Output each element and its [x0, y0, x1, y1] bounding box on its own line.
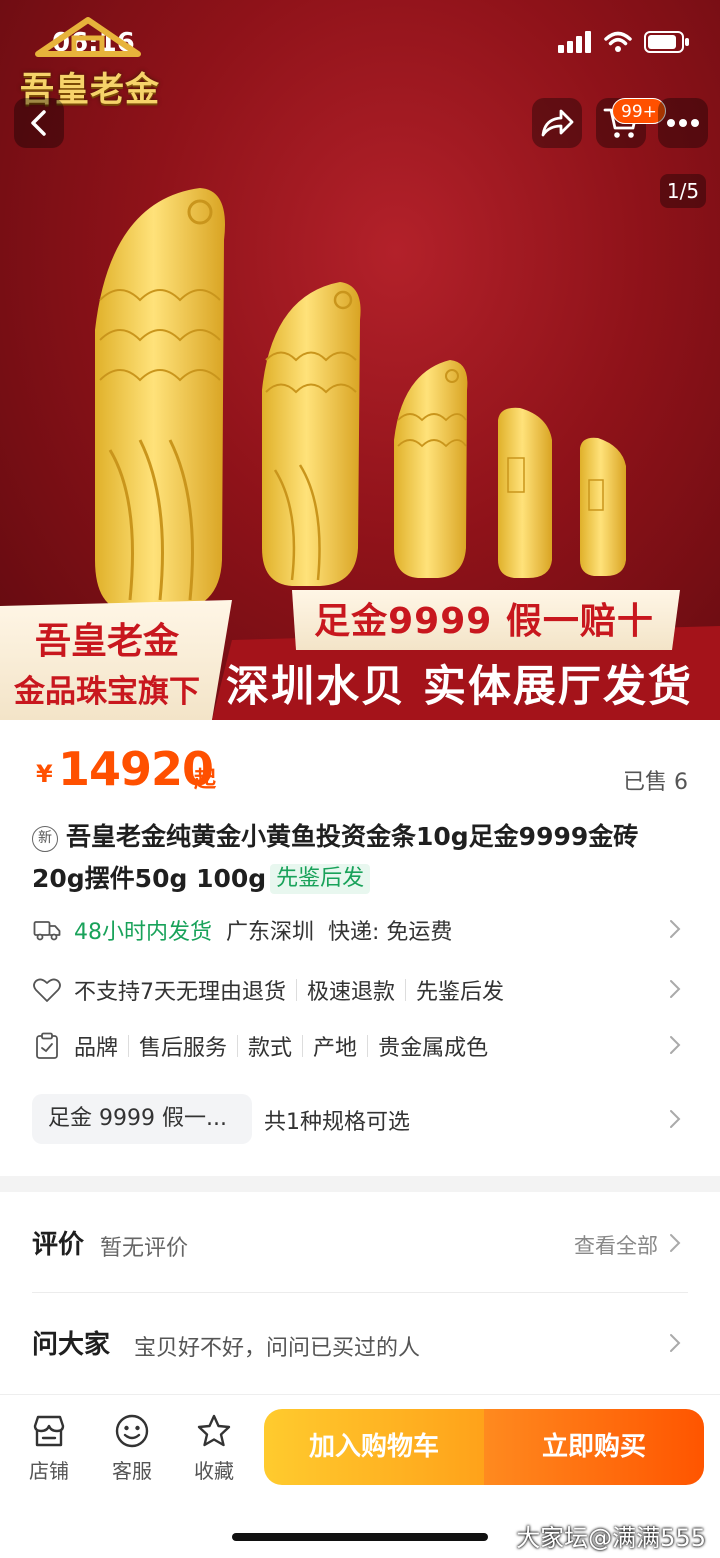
spec-count-text: 共1种规格可选: [264, 1110, 410, 1135]
service-item-no-return: 不支持7天无理由退货: [74, 980, 286, 1005]
view-all-reviews-link[interactable]: 查看全部: [574, 1230, 658, 1260]
param-style: 款式: [248, 1036, 293, 1061]
divider: [367, 1035, 369, 1057]
favorite-tab-label: 收藏: [194, 1459, 234, 1483]
reviews-row[interactable]: 评价 暂无评价 查看全部: [32, 1220, 688, 1266]
divider: [237, 1035, 239, 1057]
param-brand: 品牌: [74, 1036, 119, 1061]
gold-bar-4: [498, 407, 552, 578]
gold-bar-5: [580, 437, 626, 576]
divider: [296, 979, 297, 1001]
store-icon: [19, 1413, 79, 1449]
ship-time: 48小时内发货: [74, 920, 212, 945]
divider: [32, 1292, 688, 1293]
spec-chip[interactable]: 足金 9999 假一...: [32, 1094, 252, 1144]
chevron-right-icon: [670, 1110, 681, 1128]
ask-hint: 宝贝好不好，问问已买过的人: [134, 1336, 421, 1361]
param-origin: 产地: [313, 1036, 358, 1061]
banner-brand-subtitle: 金品珠宝旗下: [14, 674, 200, 710]
image-pager: 1/5: [660, 174, 706, 208]
customer-service-tab-label: 客服: [112, 1459, 152, 1483]
banner-shipping-slogan: 深圳水贝 实体展厅发货: [226, 662, 693, 712]
params-row[interactable]: 品牌 售后服务 款式 产地 贵金属成色: [32, 1026, 688, 1066]
battery-icon: [644, 31, 689, 53]
watermark: 大家坛@满满555: [516, 1524, 706, 1552]
buy-now-button[interactable]: 立即购买: [484, 1409, 704, 1485]
reviews-empty-text: 暂无评价: [100, 1236, 189, 1261]
shipping-row[interactable]: 48小时内发货 广东深圳 快递: 免运费: [32, 910, 688, 950]
ship-origin: 广东深圳: [226, 920, 315, 945]
shop-tab-label: 店铺: [29, 1459, 69, 1483]
product-image-carousel[interactable]: 06:16 吾皇老金 99+ 1/5 吾皇老金 金品珠宝旗下 足金9999 假一…: [0, 0, 720, 720]
service-row[interactable]: 不支持7天无理由退货 极速退款 先鉴后发: [32, 970, 688, 1010]
heart-shield-icon: [32, 975, 62, 1005]
divider: [128, 1035, 130, 1057]
home-indicator[interactable]: [232, 1533, 488, 1541]
chevron-right-icon: [670, 920, 681, 938]
ship-express: 快递: 免运费: [328, 920, 453, 945]
back-button[interactable]: [14, 98, 64, 148]
signal-icon: [558, 31, 591, 53]
share-icon: [541, 109, 574, 137]
ask-everyone-row[interactable]: 问大家 宝贝好不好，问问已买过的人: [32, 1320, 688, 1366]
chevron-right-icon: [670, 980, 681, 998]
crown-icon: [35, 17, 141, 57]
divider: [302, 1035, 304, 1057]
param-after-sale: 售后服务: [139, 1036, 228, 1061]
new-badge: 新: [32, 826, 58, 852]
wifi-icon: [604, 31, 632, 52]
star-icon: [184, 1413, 244, 1449]
more-dots-icon: [667, 119, 699, 127]
smile-icon: [102, 1413, 162, 1449]
banner-brand-title: 吾皇老金: [34, 621, 179, 662]
service-item-inspect-first: 先鉴后发: [416, 980, 505, 1005]
inspect-first-tag: 先鉴后发: [270, 864, 371, 894]
price-row: ¥ 14920 起 已售 6: [32, 740, 688, 800]
product-detail-page: 06:16 吾皇老金 99+ 1/5 吾皇老金 金品珠宝旗下 足金9999 假一…: [0, 0, 720, 1558]
status-icons: [558, 30, 690, 54]
currency-symbol: ¥: [36, 760, 53, 788]
customer-service-tab[interactable]: 客服: [102, 1413, 162, 1484]
gold-fish-bar-2: [262, 282, 361, 586]
sold-count: 已售 6: [623, 770, 688, 795]
gold-fish-bar-3: [394, 360, 468, 578]
add-to-cart-button[interactable]: 加入购物车: [264, 1409, 484, 1485]
truck-icon: [32, 915, 62, 945]
gold-fish-bar-1: [95, 188, 225, 612]
service-item-fast-refund: 极速退款: [307, 980, 396, 1005]
price-value: 14920: [58, 742, 214, 796]
favorite-tab[interactable]: 收藏: [184, 1413, 244, 1484]
shop-tab[interactable]: 店铺: [19, 1413, 79, 1484]
param-fineness: 贵金属成色: [378, 1036, 489, 1061]
price-suffix: 起: [194, 768, 217, 793]
chevron-right-icon: [670, 1036, 681, 1054]
reviews-title: 评价: [32, 1230, 85, 1260]
clipboard-icon: [32, 1031, 62, 1061]
product-title[interactable]: 新吾皇老金纯黄金小黄鱼投资金条10g足金9999金砖20g摆件50g 100g 先…: [32, 816, 688, 900]
banner-guarantee-slogan: 足金9999 假一赔十: [314, 601, 654, 642]
chevron-left-icon: [31, 110, 46, 136]
spec-selector-row[interactable]: 足金 9999 假一... 共1种规格可选: [32, 1094, 688, 1144]
divider: [405, 979, 407, 1001]
more-button[interactable]: [658, 98, 708, 148]
brand-logo: 吾皇老金: [14, 14, 164, 110]
chevron-right-icon: [670, 1334, 681, 1352]
share-button[interactable]: [532, 98, 582, 148]
section-divider-band: [0, 1176, 720, 1192]
chevron-right-icon: [670, 1234, 681, 1252]
ask-title: 问大家: [32, 1330, 111, 1360]
